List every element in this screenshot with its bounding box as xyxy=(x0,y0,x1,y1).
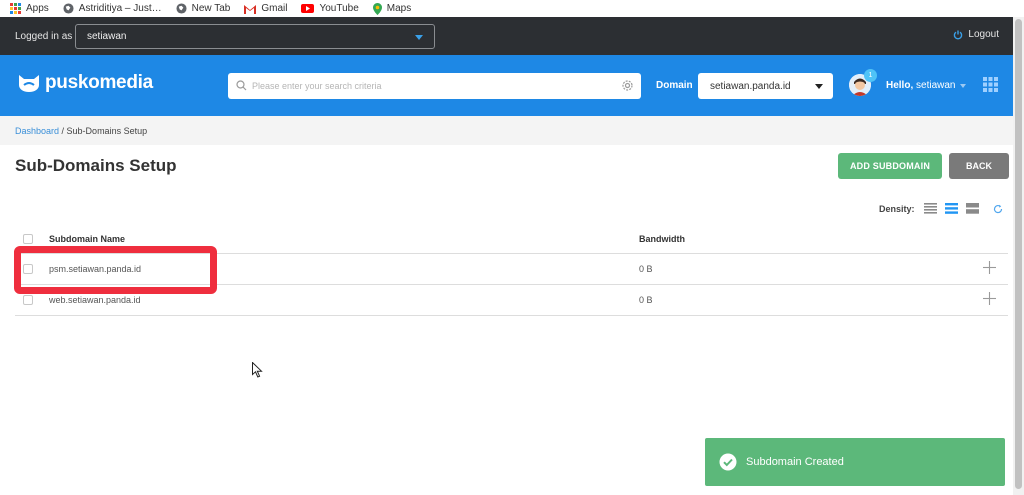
domain-select-value: setiawan.panda.id xyxy=(710,80,791,92)
power-icon xyxy=(954,30,963,39)
user-greeting[interactable]: Hello, setiawan xyxy=(886,80,955,91)
bookmark-gmail[interactable]: Gmail xyxy=(244,3,287,14)
bookmark-label: YouTube xyxy=(319,3,359,14)
chevron-down-icon xyxy=(815,84,823,89)
density-label: Density: xyxy=(879,204,915,214)
toast-message: Subdomain Created xyxy=(746,456,844,468)
hello-user: setiawan xyxy=(916,80,956,91)
select-all-checkbox[interactable] xyxy=(23,234,33,244)
bookmark-maps[interactable]: Maps xyxy=(372,2,412,15)
table-header: Subdomain Name Bandwidth xyxy=(15,228,1008,254)
gear-icon[interactable] xyxy=(621,79,634,92)
bookmark-label: Astriditiya – Just… xyxy=(78,3,162,14)
scrollbar-thumb[interactable] xyxy=(1015,19,1022,489)
search-icon xyxy=(236,80,247,91)
globe-icon xyxy=(63,3,74,14)
plus-icon[interactable] xyxy=(983,292,996,305)
gmail-icon xyxy=(244,3,257,14)
globe-icon xyxy=(176,3,187,14)
brand-logo[interactable]: puskomedia xyxy=(17,72,153,94)
cat-logo-icon xyxy=(19,75,39,92)
density-options xyxy=(924,203,979,214)
logout-button[interactable]: Logout xyxy=(953,29,999,40)
page-scrollbar[interactable] xyxy=(1013,17,1024,495)
subdomain-name-cell: psm.setiawan.panda.id xyxy=(49,264,142,274)
row-checkbox[interactable] xyxy=(23,264,33,274)
user-select[interactable]: setiawan xyxy=(75,24,435,49)
bookmark-astriditiya[interactable]: Astriditiya – Just… xyxy=(63,3,162,14)
bookmark-label: Maps xyxy=(386,3,412,14)
check-circle-icon xyxy=(719,453,737,471)
logged-in-label: Logged in as xyxy=(15,30,73,42)
back-button[interactable]: BACK xyxy=(949,153,1009,179)
logged-in-bar: Logged in as setiawan Logout xyxy=(0,17,1013,55)
add-subdomain-button[interactable]: ADD SUBDOMAIN xyxy=(838,153,942,179)
notification-badge: 1 xyxy=(864,69,877,82)
page-title: Sub-Domains Setup xyxy=(15,156,177,175)
bandwidth-cell: 0 B xyxy=(639,295,653,305)
bookmark-new-tab[interactable]: New Tab xyxy=(176,3,231,14)
table-row[interactable]: psm.setiawan.panda.id 0 B xyxy=(15,254,1008,285)
subdomains-table: Subdomain Name Bandwidth psm.setiawan.pa… xyxy=(15,228,1008,316)
chevron-down-icon xyxy=(960,84,966,88)
bookmark-label: New Tab xyxy=(191,3,231,14)
hello-prefix: Hello, xyxy=(886,80,914,91)
bookmark-youtube[interactable]: YouTube xyxy=(301,3,359,14)
bandwidth-cell: 0 B xyxy=(639,264,653,274)
logout-label: Logout xyxy=(968,29,999,40)
density-standard-icon[interactable] xyxy=(945,203,958,214)
breadcrumb-separator: / xyxy=(59,125,67,136)
domain-select[interactable]: setiawan.panda.id xyxy=(698,73,833,99)
column-header-subdomain-name[interactable]: Subdomain Name xyxy=(49,234,125,244)
apps-grid-icon xyxy=(10,3,21,14)
search-input[interactable] xyxy=(252,81,612,91)
mouse-cursor-icon xyxy=(252,362,263,378)
plus-icon[interactable] xyxy=(983,261,996,274)
breadcrumb: Dashboard / Sub-Domains Setup xyxy=(0,116,1013,145)
bookmark-apps[interactable]: Apps xyxy=(10,3,49,14)
bookmarks-bar: Apps Astriditiya – Just… New Tab Gmail Y… xyxy=(0,0,1024,17)
apps-grid-icon[interactable] xyxy=(983,77,998,92)
refresh-icon[interactable] xyxy=(993,204,1003,214)
row-checkbox[interactable] xyxy=(23,295,33,305)
search-box xyxy=(228,73,641,99)
user-select-value: setiawan xyxy=(87,31,127,42)
success-toast[interactable]: Subdomain Created xyxy=(705,438,1005,486)
breadcrumb-current: Sub-Domains Setup xyxy=(66,125,148,136)
density-comfortable-icon[interactable] xyxy=(966,203,979,214)
column-header-bandwidth[interactable]: Bandwidth xyxy=(639,234,685,244)
breadcrumb-dashboard[interactable]: Dashboard xyxy=(15,126,59,136)
youtube-icon xyxy=(301,4,315,13)
app-header: puskomedia Domain setiawan.panda.id 1 He… xyxy=(0,55,1013,116)
maps-icon xyxy=(372,2,382,15)
table-row[interactable]: web.setiawan.panda.id 0 B xyxy=(15,285,1008,316)
chevron-down-icon xyxy=(415,35,423,40)
bookmark-label: Apps xyxy=(26,3,49,14)
brand-name: puskomedia xyxy=(45,72,153,93)
subdomain-name-cell: web.setiawan.panda.id xyxy=(49,295,141,305)
bookmark-label: Gmail xyxy=(261,3,288,14)
domain-label: Domain xyxy=(656,80,693,91)
density-compact-icon[interactable] xyxy=(924,203,937,214)
